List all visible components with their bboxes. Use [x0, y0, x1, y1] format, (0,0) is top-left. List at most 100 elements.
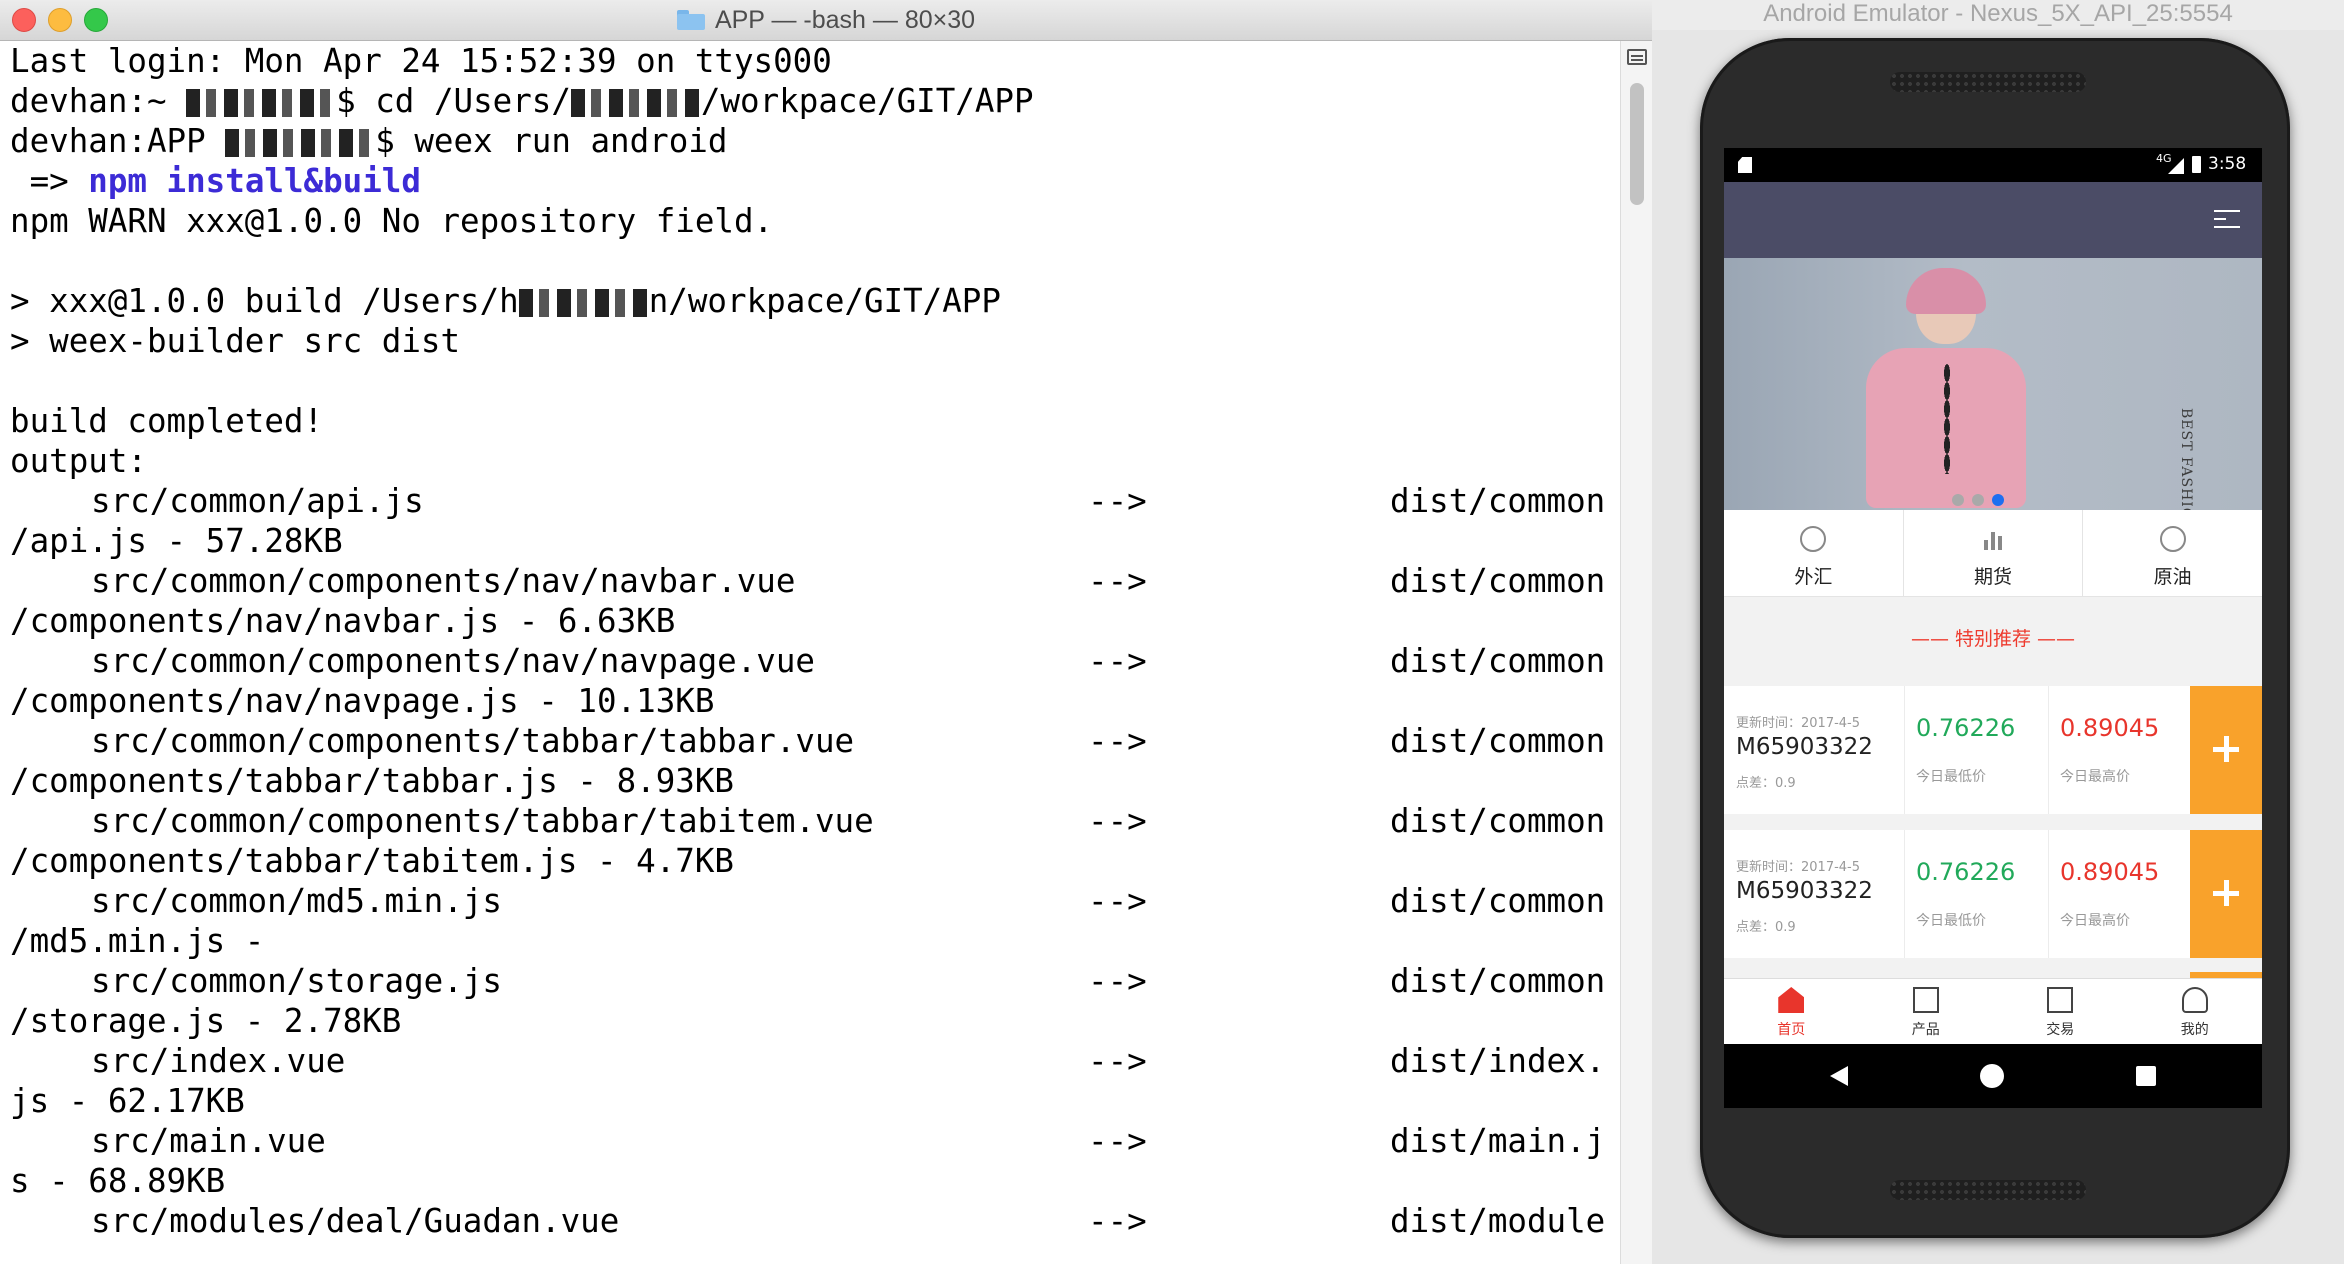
build-step-text: npm install&build [88, 162, 421, 200]
output-dest: dist/common [1390, 642, 1606, 680]
output-dest-continued: /components/nav/navpage.js - 10.13KB [10, 682, 715, 720]
home-button-icon[interactable] [1980, 1064, 2004, 1088]
scroll-thumb[interactable] [1630, 83, 1644, 205]
category-crude-oil[interactable]: 原油 [2083, 510, 2262, 596]
update-time: 更新时间：2017-4-5 [1736, 860, 1861, 875]
command-text: $ weex run android [375, 122, 728, 160]
high-price: 0.89045 [2060, 714, 2160, 742]
filter-search-icon[interactable] [2214, 208, 2240, 230]
command-text: $ cd /Users/ [336, 82, 571, 120]
output-source: src/common/api.js [91, 482, 424, 520]
title-area: APP — -bash — 80×30 [0, 0, 1652, 40]
carousel-dot[interactable] [1952, 494, 1964, 506]
terminal-line: devhan:~ $ cd /Users/ /workpace/GIT/APP [10, 81, 1034, 121]
add-button[interactable] [2190, 686, 2262, 814]
terminal-line: npm WARN xxx@1.0.0 No repository field. [10, 202, 774, 240]
high-price-label: 今日最高价 [2060, 913, 2130, 929]
carousel-indicator[interactable] [1952, 494, 2004, 506]
redacted-username [225, 129, 376, 157]
output-dest: dist/common [1390, 482, 1606, 520]
output-source: src/common/components/tabbar/tabitem.vue [91, 802, 874, 840]
output-dest-continued: /components/tabbar/tabbar.js - 8.93KB [10, 762, 734, 800]
product-card[interactable]: 更新时间：2017-4-5 M65903322 点差：0.9 0.76226 今… [1724, 830, 2262, 958]
category-futures[interactable]: 期货 [1904, 510, 2084, 596]
output-source: src/common/components/tabbar/tabbar.vue [91, 722, 855, 760]
banner-text: BEST FASHION Womens [2178, 408, 2194, 510]
output-dest-continued: /api.js - 57.28KB [10, 522, 343, 560]
bottom-tab-bar: 首页 产品 交易 我的 [1724, 978, 2262, 1045]
output-source: src/common/storage.js [91, 962, 502, 1000]
output-arrow: --> [1088, 1042, 1147, 1080]
terminal-titlebar[interactable]: APP — -bash — 80×30 [0, 0, 1652, 41]
tab-trade[interactable]: 交易 [1993, 979, 2128, 1045]
output-dest: dist/common [1390, 802, 1606, 840]
terminal-line: > weex-builder src dist [10, 322, 461, 360]
carousel-dot[interactable] [1972, 494, 1984, 506]
redacted-username [570, 89, 701, 117]
tab-mine[interactable]: 我的 [2128, 979, 2263, 1045]
product-card[interactable]: 更新时间：2017-4-5 M65903322 点差：0.9 0.76226 今… [1724, 686, 2262, 814]
terminal-line: output: [10, 442, 147, 480]
status-bar: 4G 3:58 [1724, 148, 2262, 182]
command-text: /workpace/GIT/APP [700, 82, 1034, 120]
low-price: 0.76226 [1916, 858, 2016, 886]
sim-card-icon [1738, 157, 1752, 173]
output-arrow: --> [1088, 1202, 1147, 1240]
arrow-text: => [10, 162, 89, 200]
split-pane-icon[interactable] [1627, 49, 1647, 65]
category-bar: 外汇 期货 原油 [1724, 510, 2262, 597]
output-arrow: --> [1088, 802, 1147, 840]
divider [1904, 830, 1905, 958]
tab-home[interactable]: 首页 [1724, 979, 1859, 1045]
product-name: M65903322 [1736, 734, 1873, 760]
dollar-circle-icon [1800, 526, 1827, 552]
back-icon[interactable] [1830, 1066, 1848, 1086]
category-label: 外汇 [1794, 566, 1833, 588]
tab-label: 产品 [1911, 1022, 1940, 1038]
speaker-grille-top [1890, 72, 2086, 92]
emulator-title: Android Emulator - Nexus_5X_API_25:5554 [1652, 0, 2344, 30]
output-arrow: --> [1088, 962, 1147, 1000]
spread: 点差：0.9 [1736, 920, 1796, 935]
output-dest: dist/common [1390, 962, 1606, 1000]
output-dest-continued: /storage.js - 2.78KB [10, 1002, 402, 1040]
terminal-line: devhan:APP $ weex run android [10, 121, 727, 161]
user-icon [2181, 987, 2208, 1013]
tab-label: 首页 [1777, 1022, 1806, 1038]
section-title: —— 特别推荐 —— [1910, 628, 2076, 650]
wave-circle-icon [2159, 526, 2186, 552]
output-dest-continued: /md5.min.js - [10, 922, 265, 960]
output-source: src/common/components/nav/navbar.vue [91, 562, 796, 600]
spread: 点差：0.9 [1736, 776, 1796, 791]
output-arrow: --> [1088, 482, 1147, 520]
scrollbar[interactable] [1620, 41, 1652, 1264]
output-dest: dist/common [1390, 562, 1606, 600]
terminal-window[interactable]: APP — -bash — 80×30 Last login: Mon Apr … [0, 0, 1652, 1264]
category-forex[interactable]: 外汇 [1724, 510, 1904, 596]
output-dest: dist/common [1390, 722, 1606, 760]
terminal-output[interactable]: Last login: Mon Apr 24 15:52:39 on ttys0… [0, 41, 1620, 1264]
output-dest-continued: js - 62.17KB [10, 1082, 245, 1120]
output-dest-continued: /components/nav/navbar.js - 6.63KB [10, 602, 676, 640]
tab-products[interactable]: 产品 [1859, 979, 1994, 1045]
recent-apps-icon[interactable] [2136, 1066, 2156, 1086]
low-price-label: 今日最低价 [1916, 913, 1986, 929]
prompt-text: devhan:APP [10, 122, 226, 160]
add-button[interactable] [2190, 830, 2262, 958]
output-dest: dist/module [1390, 1202, 1606, 1240]
high-price: 0.89045 [2060, 858, 2160, 886]
phone-screen[interactable]: 4G 3:58 BEST FASHION Womens 外汇 期货 原油 —— … [1724, 148, 2262, 1108]
carousel-dot-active[interactable] [1992, 494, 2004, 506]
banner-carousel[interactable]: BEST FASHION Womens [1724, 258, 2262, 510]
prompt-text: devhan:~ [10, 82, 187, 120]
terminal-line: build completed! [10, 402, 324, 440]
output-dest: dist/main.j [1390, 1122, 1606, 1160]
redacted-username [518, 289, 649, 317]
output-arrow: --> [1088, 562, 1147, 600]
tab-label: 我的 [2180, 1022, 2209, 1038]
home-icon [1778, 987, 1805, 1013]
divider [2048, 830, 2049, 958]
output-source: src/common/components/nav/navpage.vue [91, 642, 815, 680]
terminal-line: => npm install&build [10, 161, 421, 201]
battery-icon [2192, 156, 2201, 173]
